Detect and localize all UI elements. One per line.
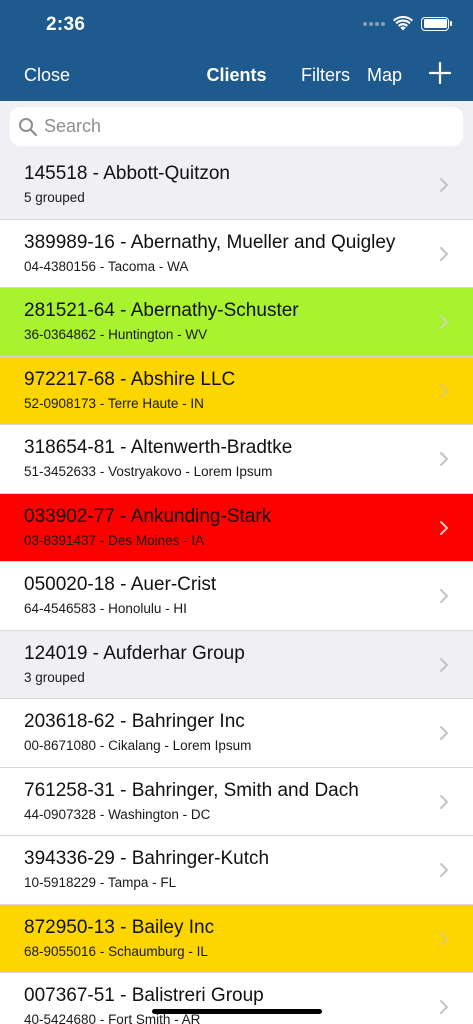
status-time: 2:36 [46, 14, 86, 35]
client-subtitle: 10-5918229 - Tampa - FL [24, 875, 177, 890]
status-bar: 2:36 [0, 0, 473, 50]
chevron-right-icon [440, 1000, 448, 1014]
cellular-signal-icon [363, 21, 385, 26]
filters-button[interactable]: Filters [301, 65, 350, 86]
client-subtitle: 68-9055016 - Schaumburg - IL [24, 943, 208, 959]
wifi-icon [393, 16, 413, 31]
client-row[interactable]: 033902-77 - Ankunding-Stark 03-8391437 - … [0, 493, 473, 562]
client-row[interactable]: 050020-18 - Auer-Crist 64-4546583 - Honol… [0, 562, 473, 631]
client-row[interactable]: 281521-64 - Abernathy-Schuster 36-0364862… [0, 288, 473, 357]
status-icons [363, 16, 452, 31]
client-title: 318654-81 - Altenwerth-Bradtke [24, 437, 293, 458]
client-subtitle: 36-0364862 - Huntington - WV [24, 327, 208, 342]
client-title: 761258-31 - Bahringer, Smith and Dach [24, 779, 359, 801]
chevron-right-icon [440, 383, 448, 398]
client-subtitle: 44-0907328 - Washington - DC [24, 806, 211, 822]
client-title: 281521-64 - Abernathy-Schuster [24, 300, 299, 321]
client-subtitle: 64-4546583 - Honolulu - HI [24, 601, 187, 616]
client-title: 007367-51 - Balistreri Group [24, 985, 264, 1006]
client-subtitle: 5 grouped [24, 190, 85, 205]
chevron-right-icon [440, 931, 448, 946]
search-bar [0, 101, 473, 151]
nav-bar: Clients Close Filters Map [0, 56, 473, 96]
client-row[interactable]: 145518 - Abbott-Quitzon 5 grouped [0, 151, 473, 220]
client-list: 145518 - Abbott-Quitzon 5 grouped 389989-1… [0, 151, 473, 1024]
chevron-right-icon [440, 726, 448, 740]
chevron-right-icon [440, 863, 448, 877]
client-title: 394336-29 - Bahringer-Kutch [24, 848, 270, 869]
client-title: 203618-62 - Bahringer Inc [24, 711, 245, 732]
chevron-right-icon [440, 315, 448, 329]
client-row[interactable]: 389989-16 - Abernathy, Mueller and Quigl… [0, 219, 473, 288]
client-row[interactable]: 124019 - Aufderhar Group 3 grouped [0, 630, 473, 699]
page-title: Clients [206, 65, 267, 85]
client-subtitle: 04-4380156 - Tacoma - WA [24, 258, 189, 274]
client-row[interactable]: 872950-13 - Bailey Inc 68-9055016 - Schau… [0, 904, 473, 973]
chevron-right-icon [440, 657, 448, 672]
chevron-right-icon [440, 178, 448, 192]
client-subtitle: 00-8671080 - Cikalang - Lorem Ipsum [24, 738, 252, 753]
plus-icon[interactable] [427, 60, 453, 86]
client-subtitle: 03-8391437 - Des Moines - IA [24, 532, 205, 548]
chevron-right-icon [440, 589, 448, 603]
map-button[interactable]: Map [367, 65, 402, 86]
client-subtitle: 52-0908173 - Terre Haute - IN [24, 395, 204, 411]
chevron-right-icon [440, 452, 448, 466]
client-subtitle: 3 grouped [24, 669, 85, 685]
client-title: 124019 - Aufderhar Group [24, 642, 245, 664]
client-row[interactable]: 972217-68 - Abshire LLC 52-0908173 - Terr… [0, 356, 473, 425]
home-indicator[interactable] [152, 1009, 322, 1014]
search-field[interactable] [10, 107, 463, 146]
client-subtitle: 51-3452633 - Vostryakovo - Lorem Ipsum [24, 464, 273, 479]
search-icon [19, 117, 38, 136]
client-title: 389989-16 - Abernathy, Mueller and Quigl… [24, 231, 396, 253]
client-title: 050020-18 - Auer-Crist [24, 574, 217, 595]
client-row[interactable]: 007367-51 - Balistreri Group 40-5424680 -… [0, 973, 473, 1024]
client-title: 872950-13 - Bailey Inc [24, 916, 215, 938]
client-title: 033902-77 - Ankunding-Stark [24, 505, 272, 527]
close-button[interactable]: Close [24, 65, 70, 86]
chevron-right-icon [440, 246, 448, 261]
chevron-right-icon [440, 794, 448, 809]
client-row[interactable]: 318654-81 - Altenwerth-Bradtke 51-3452633… [0, 425, 473, 494]
client-title: 145518 - Abbott-Quitzon [24, 163, 230, 184]
client-row[interactable]: 761258-31 - Bahringer, Smith and Dach 44-… [0, 767, 473, 836]
client-row[interactable]: 394336-29 - Bahringer-Kutch 10-5918229 - … [0, 836, 473, 905]
search-input[interactable] [44, 116, 444, 137]
battery-icon [421, 16, 452, 31]
navigation-header: 2:36 Clients Close Filters Map [0, 0, 473, 101]
client-row[interactable]: 203618-62 - Bahringer Inc 00-8671080 - Ci… [0, 699, 473, 768]
chevron-right-icon [440, 520, 448, 535]
client-title: 972217-68 - Abshire LLC [24, 368, 236, 390]
